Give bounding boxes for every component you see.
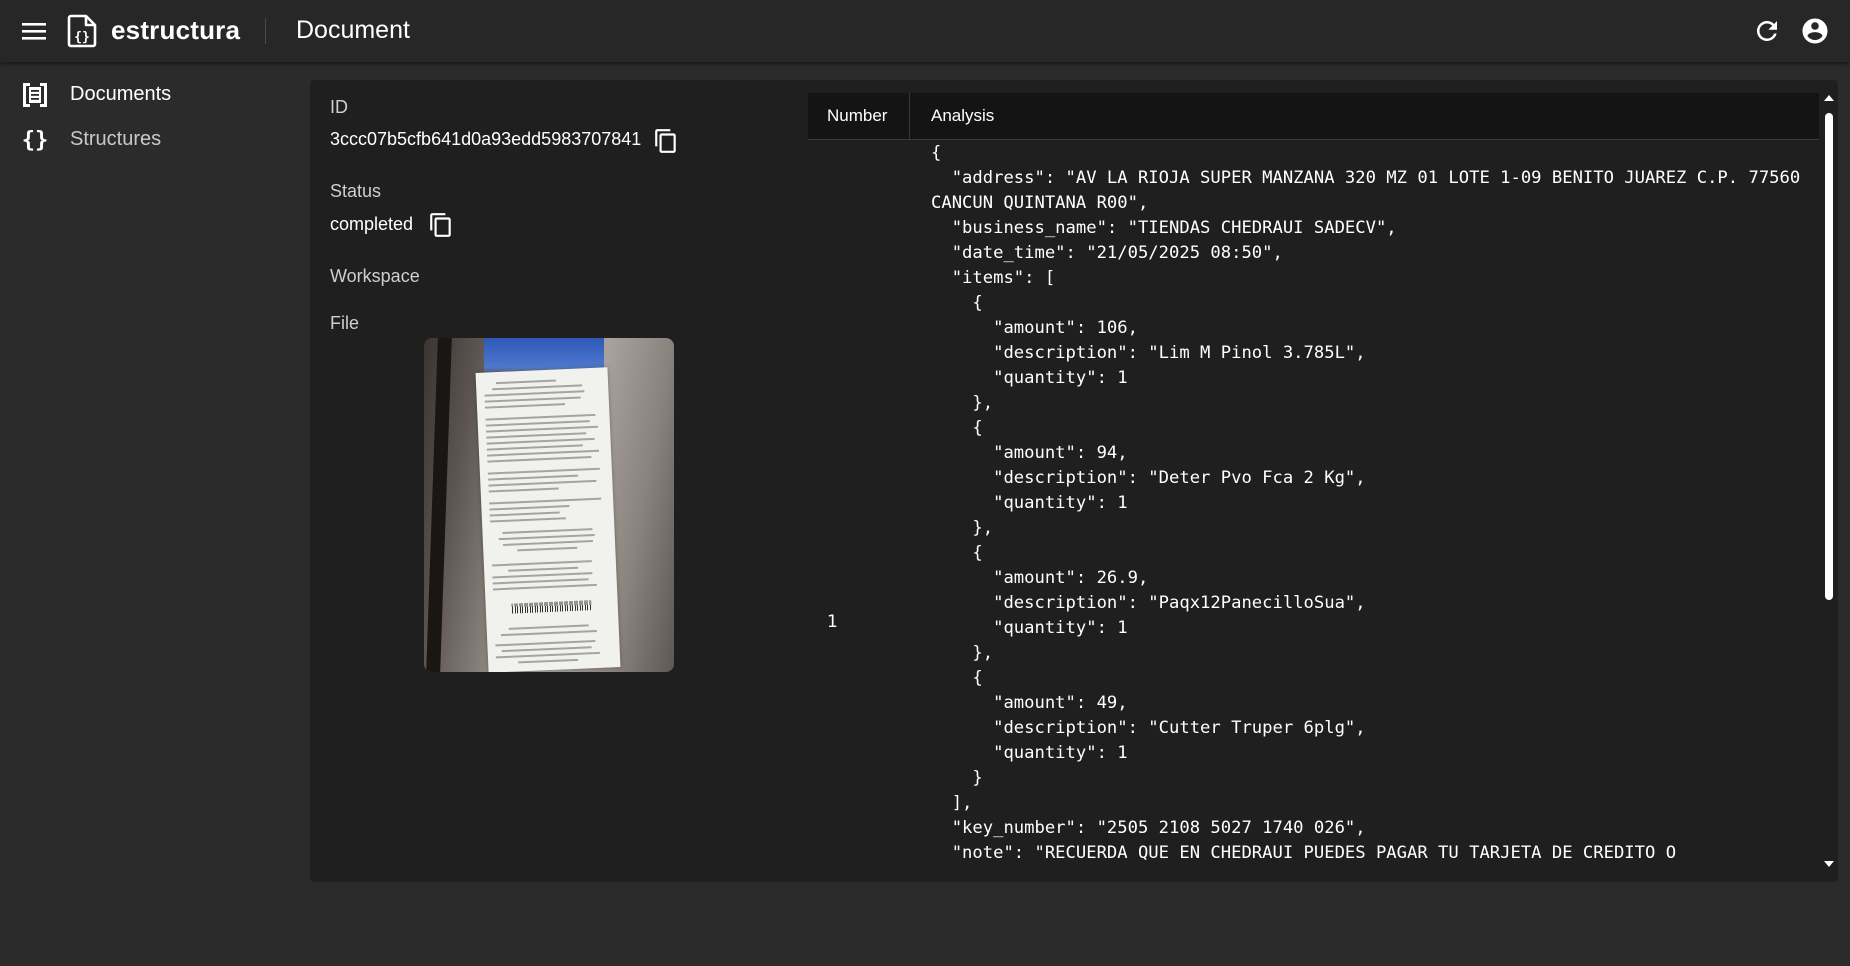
analysis-table: Number Analysis 1 { "address": "AV LA RI… — [808, 93, 1819, 869]
app-logo: {} — [66, 14, 98, 48]
svg-text:{}: {} — [74, 30, 90, 45]
menu-button[interactable] — [22, 19, 46, 43]
appbar-divider — [265, 18, 266, 44]
sidebar: Documents {} Structures — [0, 62, 300, 966]
app-brand: estructura — [111, 15, 241, 45]
table-header: Number Analysis — [808, 93, 1819, 140]
arrow-up-icon[interactable] — [1824, 95, 1834, 101]
document-list-icon — [23, 83, 47, 107]
document-braces-logo-icon: {} — [67, 14, 97, 48]
copy-icon — [430, 213, 451, 237]
app-bar: {} estructura Document — [0, 0, 1850, 62]
id-label: ID — [330, 97, 348, 117]
refresh-icon — [1756, 20, 1777, 41]
file-label: File — [330, 313, 360, 333]
account-circle-icon — [1802, 18, 1828, 44]
menu-icon — [22, 23, 46, 40]
curly-braces-icon: {} — [22, 128, 49, 153]
table-scrollbar[interactable] — [1822, 93, 1836, 869]
sidebar-item-label: Documents — [70, 83, 172, 105]
copy-status-button[interactable] — [428, 212, 454, 238]
receipt-image — [475, 367, 621, 672]
thumbnail-background — [426, 338, 452, 672]
status-label: Status — [330, 181, 382, 201]
scrollbar-thumb[interactable] — [1825, 113, 1833, 600]
column-header-number[interactable]: Number — [808, 93, 910, 139]
id-value: 3ccc07b5cfb641d0a93edd5983707841 — [330, 129, 642, 149]
sidebar-item-structures[interactable]: {} Structures — [0, 117, 300, 161]
arrow-down-icon[interactable] — [1824, 861, 1834, 867]
file-thumbnail[interactable] — [424, 338, 674, 672]
workspace-label: Workspace — [330, 266, 420, 286]
sidebar-item-documents[interactable]: Documents — [0, 72, 300, 116]
account-button[interactable] — [1800, 16, 1830, 46]
copy-icon — [655, 129, 676, 153]
refresh-button[interactable] — [1752, 16, 1782, 46]
svg-text:{}: {} — [22, 128, 49, 153]
copy-id-button[interactable] — [653, 128, 679, 154]
status-value: completed — [330, 214, 414, 234]
analysis-json: { "address": "AV LA RIOJA SUPER MANZANA … — [931, 143, 1801, 863]
page-title: Document — [296, 16, 410, 44]
column-header-analysis[interactable]: Analysis — [931, 93, 994, 139]
row-number: 1 — [827, 612, 838, 632]
document-card: ID 3ccc07b5cfb641d0a93edd5983707841 Stat… — [310, 80, 1838, 882]
sidebar-item-label: Structures — [70, 128, 162, 150]
